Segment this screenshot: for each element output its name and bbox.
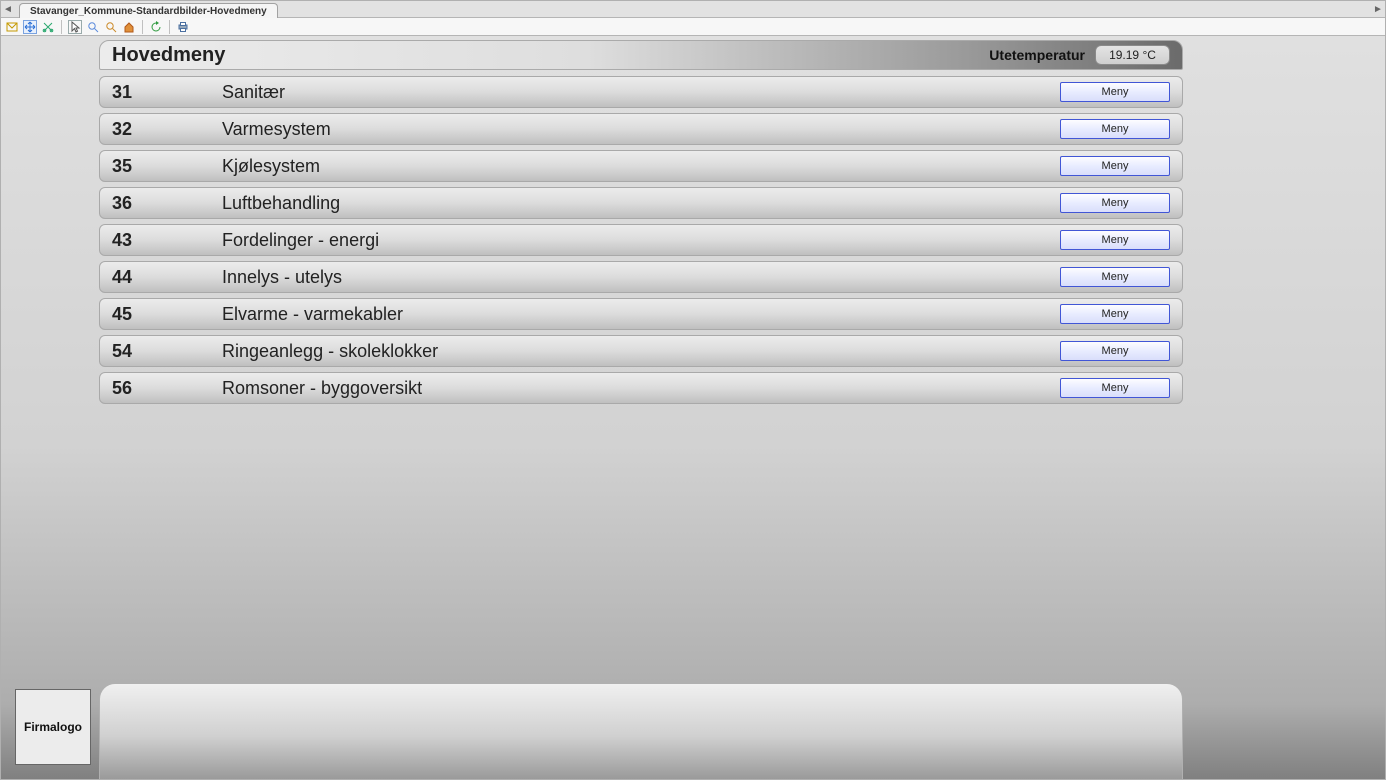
menu-row-code: 32 (112, 119, 222, 140)
menu-row: 54 Ringeanlegg - skoleklokker Meny (99, 335, 1183, 367)
menu-row: 32 Varmesystem Meny (99, 113, 1183, 145)
menu-row-label: Innelys - utelys (222, 267, 1060, 288)
menu-row-code: 43 (112, 230, 222, 251)
menu-row-label: Elvarme - varmekabler (222, 304, 1060, 325)
menu-button[interactable]: Meny (1060, 378, 1170, 398)
home-icon[interactable] (122, 20, 136, 34)
main-header: Hovedmeny Utetemperatur 19.19 °C (99, 40, 1183, 70)
menu-row-code: 31 (112, 82, 222, 103)
page-title: Hovedmeny (112, 44, 225, 67)
toolbar-separator (142, 20, 143, 34)
menu-row: 36 Luftbehandling Meny (99, 187, 1183, 219)
outdoor-temp-value: 19.19 °C (1095, 45, 1170, 65)
pointer-icon[interactable] (68, 20, 82, 34)
menu-row-label: Ringeanlegg - skoleklokker (222, 341, 1060, 362)
print-icon[interactable] (176, 20, 190, 34)
menu-row: 31 Sanitær Meny (99, 76, 1183, 108)
menu-row: 43 Fordelinger - energi Meny (99, 224, 1183, 256)
toolbar-separator (169, 20, 170, 34)
menu-button[interactable]: Meny (1060, 82, 1170, 102)
footer-bar (99, 683, 1183, 779)
menu-row-code: 56 (112, 378, 222, 399)
menu-row: 45 Elvarme - varmekabler Meny (99, 298, 1183, 330)
company-logo: Firmalogo (15, 689, 91, 765)
menu-button[interactable]: Meny (1060, 267, 1170, 287)
menu-row-code: 36 (112, 193, 222, 214)
zoom-in-icon[interactable] (86, 20, 100, 34)
menu-button[interactable]: Meny (1060, 156, 1170, 176)
menu-button[interactable]: Meny (1060, 230, 1170, 250)
tab-title: Stavanger_Kommune-Standardbilder-Hovedme… (30, 6, 267, 17)
menu-row: 35 Kjølesystem Meny (99, 150, 1183, 182)
tab-nav-right[interactable]: ► (1373, 2, 1383, 17)
menu-row-label: Kjølesystem (222, 156, 1060, 177)
menu-rows: 31 Sanitær Meny 32 Varmesystem Meny 35 K… (99, 70, 1183, 404)
refresh-icon[interactable] (149, 20, 163, 34)
tab-bar: ◄ Stavanger_Kommune-Standardbilder-Hoved… (1, 1, 1385, 18)
tab-nav-left[interactable]: ◄ (3, 2, 13, 17)
tab-active[interactable]: Stavanger_Kommune-Standardbilder-Hovedme… (19, 3, 278, 18)
menu-row-label: Varmesystem (222, 119, 1060, 140)
menu-row-code: 44 (112, 267, 222, 288)
menu-row-label: Luftbehandling (222, 193, 1060, 214)
menu-row: 56 Romsoner - byggoversikt Meny (99, 372, 1183, 404)
move-icon[interactable] (23, 20, 37, 34)
tool-bar (1, 18, 1385, 36)
cut-icon[interactable] (41, 20, 55, 34)
menu-row-code: 45 (112, 304, 222, 325)
menu-button[interactable]: Meny (1060, 304, 1170, 324)
menu-row-code: 54 (112, 341, 222, 362)
menu-row-label: Fordelinger - energi (222, 230, 1060, 251)
company-logo-text: Firmalogo (24, 720, 82, 734)
menu-button[interactable]: Meny (1060, 193, 1170, 213)
menu-row: 44 Innelys - utelys Meny (99, 261, 1183, 293)
mail-icon[interactable] (5, 20, 19, 34)
menu-button[interactable]: Meny (1060, 119, 1170, 139)
menu-button[interactable]: Meny (1060, 341, 1170, 361)
toolbar-separator (61, 20, 62, 34)
menu-row-code: 35 (112, 156, 222, 177)
menu-row-label: Sanitær (222, 82, 1060, 103)
zoom-out-icon[interactable] (104, 20, 118, 34)
menu-row-label: Romsoner - byggoversikt (222, 378, 1060, 399)
outdoor-temp-label: Utetemperatur (989, 47, 1085, 63)
